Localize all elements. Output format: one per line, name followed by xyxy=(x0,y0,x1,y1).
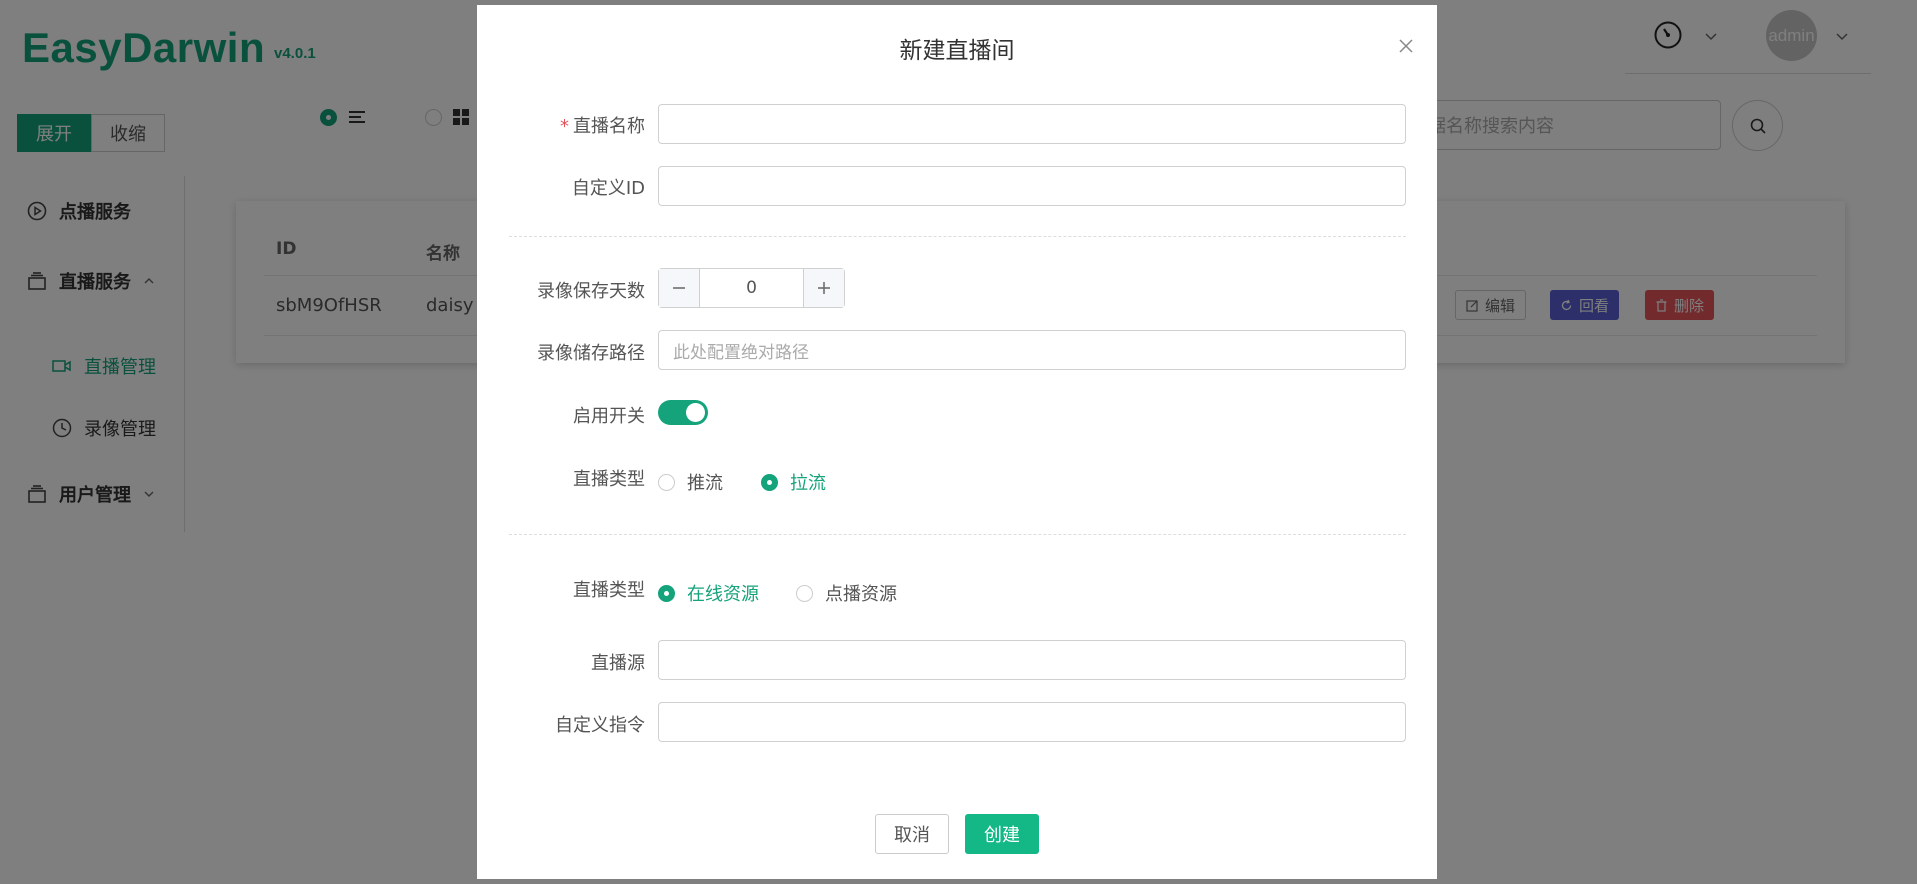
custom-id-input[interactable] xyxy=(658,166,1406,206)
section-divider xyxy=(509,534,1406,535)
radio-circle xyxy=(796,584,813,602)
enable-switch-label: 启用开关 xyxy=(573,406,645,427)
decrement-button[interactable] xyxy=(659,269,700,307)
record-days-value[interactable]: 0 xyxy=(700,269,803,307)
live-name-label-text: 直播名称 xyxy=(573,116,645,137)
radio-circle xyxy=(658,584,675,602)
required-mark: * xyxy=(560,116,569,137)
record-path-input[interactable]: 此处配置绝对路径 xyxy=(658,330,1406,370)
record-days-label: 录像保存天数 xyxy=(537,281,645,302)
section-divider xyxy=(509,236,1406,237)
radio-label: 在线资源 xyxy=(687,584,759,605)
source-type-label: 直播类型 xyxy=(573,580,645,601)
live-type-push-radio[interactable]: 推流 xyxy=(658,469,723,495)
radio-circle xyxy=(658,473,675,491)
live-type-label: 直播类型 xyxy=(573,469,645,490)
plus-icon xyxy=(818,282,830,294)
record-path-label: 录像储存路径 xyxy=(537,343,645,364)
custom-command-label: 自定义指令 xyxy=(555,715,645,736)
radio-label: 拉流 xyxy=(790,473,826,494)
custom-command-input[interactable] xyxy=(658,702,1406,742)
live-name-input[interactable] xyxy=(658,104,1406,144)
radio-circle xyxy=(761,473,778,491)
minus-icon xyxy=(673,287,685,289)
close-icon[interactable] xyxy=(1397,37,1415,55)
radio-label: 点播资源 xyxy=(825,584,897,605)
live-source-input[interactable] xyxy=(658,640,1406,680)
increment-button[interactable] xyxy=(803,269,844,307)
cancel-button[interactable]: 取消 xyxy=(875,814,949,854)
switch-knob xyxy=(686,403,705,422)
create-button[interactable]: 创建 xyxy=(965,814,1039,854)
live-source-label: 直播源 xyxy=(591,653,645,674)
radio-label: 推流 xyxy=(687,473,723,494)
dialog-title: 新建直播间 xyxy=(899,38,1015,64)
source-type-online-radio[interactable]: 在线资源 xyxy=(658,580,759,606)
custom-id-label: 自定义ID xyxy=(571,178,645,199)
create-live-room-dialog: 新建直播间 * 直播名称 自定义ID 录像保存天数 0 录像储存路径 此处配置绝对… xyxy=(477,5,1437,879)
live-name-label: * 直播名称 xyxy=(560,112,645,138)
record-days-stepper: 0 xyxy=(658,268,845,308)
enable-switch[interactable] xyxy=(658,400,708,425)
source-type-vod-radio[interactable]: 点播资源 xyxy=(796,580,897,606)
live-type-pull-radio[interactable]: 拉流 xyxy=(761,469,826,495)
